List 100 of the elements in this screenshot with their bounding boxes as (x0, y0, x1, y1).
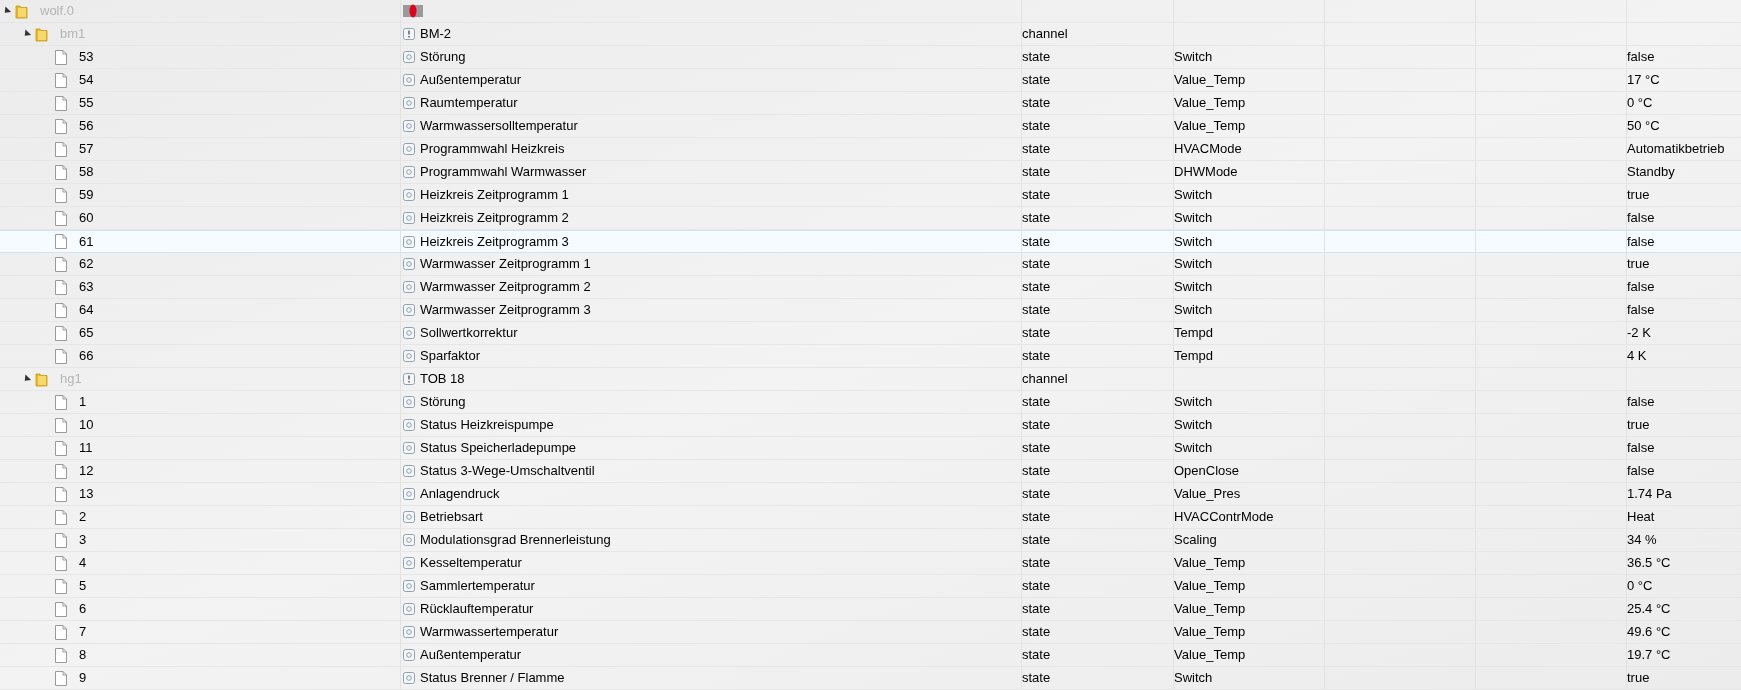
tree-row[interactable]: bm1 BM-2 channel (0, 23, 1741, 46)
object-value: true (1627, 186, 1650, 205)
object-role: Value_Pres (1174, 485, 1241, 504)
file-icon (55, 118, 67, 134)
node-label: 60 (79, 209, 94, 228)
object-type: state (1022, 232, 1051, 251)
object-name: Programmwahl Warmwasser (420, 163, 587, 182)
tree-row[interactable]: 12 Status 3-Wege-Umschaltventil state OpenClose false (0, 460, 1741, 483)
node-label: 6 (79, 600, 87, 619)
file-icon (55, 72, 67, 88)
object-role: Tempd (1174, 324, 1214, 343)
object-role: DHWMode (1174, 163, 1238, 182)
object-name: BM-2 (420, 25, 452, 44)
object-value: false (1627, 48, 1655, 67)
object-name: Status 3-Wege-Umschaltventil (420, 462, 595, 481)
tree-row[interactable]: 9 Status Brenner / Flamme state Switch true (0, 667, 1741, 690)
logo-icon (403, 4, 423, 18)
tree-row[interactable]: 13 Anlagendruck state Value_Pres 1.74 Pa (0, 483, 1741, 506)
tree-row[interactable]: 53 Störung state Switch false (0, 46, 1741, 69)
node-label: 66 (79, 347, 94, 366)
state-icon (403, 189, 415, 201)
object-type: state (1022, 140, 1051, 159)
object-name: Warmwasser Zeitprogramm 2 (420, 278, 591, 297)
file-icon (55, 164, 67, 180)
file-icon (55, 417, 67, 433)
node-label: 53 (79, 48, 94, 67)
object-value: false (1627, 209, 1655, 228)
state-icon (403, 120, 415, 132)
object-name: Status Brenner / Flamme (420, 669, 565, 688)
object-name: TOB 18 (420, 370, 465, 389)
object-role: Tempd (1174, 347, 1214, 366)
object-name: Außentemperatur (420, 71, 522, 90)
object-role: Switch (1174, 255, 1213, 274)
tree-row[interactable]: 65 Sollwertkorrektur state Tempd -2 K (0, 322, 1741, 345)
tree-row[interactable]: 66 Sparfaktor state Tempd 4 K (0, 345, 1741, 368)
node-label: 58 (79, 163, 94, 182)
folder-icon (35, 26, 48, 42)
object-type: state (1022, 600, 1051, 619)
state-icon (403, 465, 415, 477)
tree-row[interactable]: 64 Warmwasser Zeitprogramm 3 state Switch false (0, 299, 1741, 322)
state-icon (403, 511, 415, 523)
object-value: false (1627, 232, 1655, 251)
object-name: Störung (420, 393, 466, 412)
file-icon (55, 348, 67, 364)
object-role: Switch (1174, 416, 1213, 435)
object-value: 49.6 °C (1627, 623, 1671, 642)
object-role: Value_Temp (1174, 71, 1246, 90)
file-icon (55, 555, 67, 571)
node-label: 13 (79, 485, 94, 504)
object-role: Value_Temp (1174, 577, 1246, 596)
node-label: 65 (79, 324, 94, 343)
tree-row[interactable]: 59 Heizkreis Zeitprogramm 1 state Switch true (0, 184, 1741, 207)
object-type: state (1022, 117, 1051, 136)
tree-row[interactable]: 62 Warmwasser Zeitprogramm 1 state Switch true (0, 253, 1741, 276)
tree-row[interactable]: 56 Warmwassersolltemperatur state Value_Temp 50 °C (0, 115, 1741, 138)
tree-row[interactable]: 63 Warmwasser Zeitprogramm 2 state Switch false (0, 276, 1741, 299)
tree-row[interactable]: 11 Status Speicherladepumpe state Switch false (0, 437, 1741, 460)
state-icon (403, 419, 415, 431)
object-type: state (1022, 646, 1051, 665)
tree-row[interactable]: 58 Programmwahl Warmwasser state DHWMode Standby (0, 161, 1741, 184)
state-icon (403, 534, 415, 546)
tree-row[interactable]: 54 Außentemperatur state Value_Temp 17 °C (0, 69, 1741, 92)
object-role: Scaling (1174, 531, 1217, 550)
tree-row[interactable]: 57 Programmwahl Heizkreis state HVACMode Automatikbetrieb (0, 138, 1741, 161)
tree-row[interactable]: 5 Sammlertemperatur state Value_Temp 0 °C (0, 575, 1741, 598)
node-label: 5 (79, 577, 87, 596)
state-icon (403, 212, 415, 224)
object-type: channel (1022, 25, 1068, 44)
node-label: 11 (79, 439, 93, 458)
object-type: state (1022, 301, 1051, 320)
file-icon (55, 440, 67, 456)
tree-row[interactable]: 1 Störung state Switch false (0, 391, 1741, 414)
tree-row[interactable]: 6 Rücklauftemperatur state Value_Temp 25.4 °C (0, 598, 1741, 621)
object-name: Störung (420, 48, 466, 67)
tree-row[interactable]: 10 Status Heizkreispumpe state Switch true (0, 414, 1741, 437)
tree-row[interactable]: 3 Modulationsgrad Brennerleistung state Scaling 34 % (0, 529, 1741, 552)
object-type: state (1022, 554, 1051, 573)
object-value: 1.74 Pa (1627, 485, 1672, 504)
tree-row[interactable]: 4 Kesseltemperatur state Value_Temp 36.5 °C (0, 552, 1741, 575)
tree-row[interactable]: 7 Warmwassertemperatur state Value_Temp 49.6 °C (0, 621, 1741, 644)
object-value: 4 K (1627, 347, 1647, 366)
object-name: Sammlertemperatur (420, 577, 535, 596)
object-name: Kesseltemperatur (420, 554, 522, 573)
object-type: state (1022, 623, 1051, 642)
object-type: state (1022, 347, 1051, 366)
tree-row[interactable]: 8 Außentemperatur state Value_Temp 19.7 °C (0, 644, 1741, 667)
object-type: state (1022, 439, 1051, 458)
object-type: state (1022, 669, 1051, 688)
object-name: Sollwertkorrektur (420, 324, 518, 343)
tree-row[interactable]: 61 Heizkreis Zeitprogramm 3 state Switch false (0, 230, 1741, 253)
object-name: Status Speicherladepumpe (420, 439, 577, 458)
object-role: Switch (1174, 232, 1213, 251)
object-name: Betriebsart (420, 508, 483, 527)
file-icon (55, 302, 67, 318)
tree-row[interactable]: hg1 TOB 18 channel (0, 368, 1741, 391)
state-icon (403, 258, 415, 270)
state-icon (403, 649, 415, 661)
tree-row[interactable]: 2 Betriebsart state HVACContrMode Heat (0, 506, 1741, 529)
object-value: 19.7 °C (1627, 646, 1671, 665)
tree-row[interactable]: 55 Raumtemperatur state Value_Temp 0 °C (0, 92, 1741, 115)
